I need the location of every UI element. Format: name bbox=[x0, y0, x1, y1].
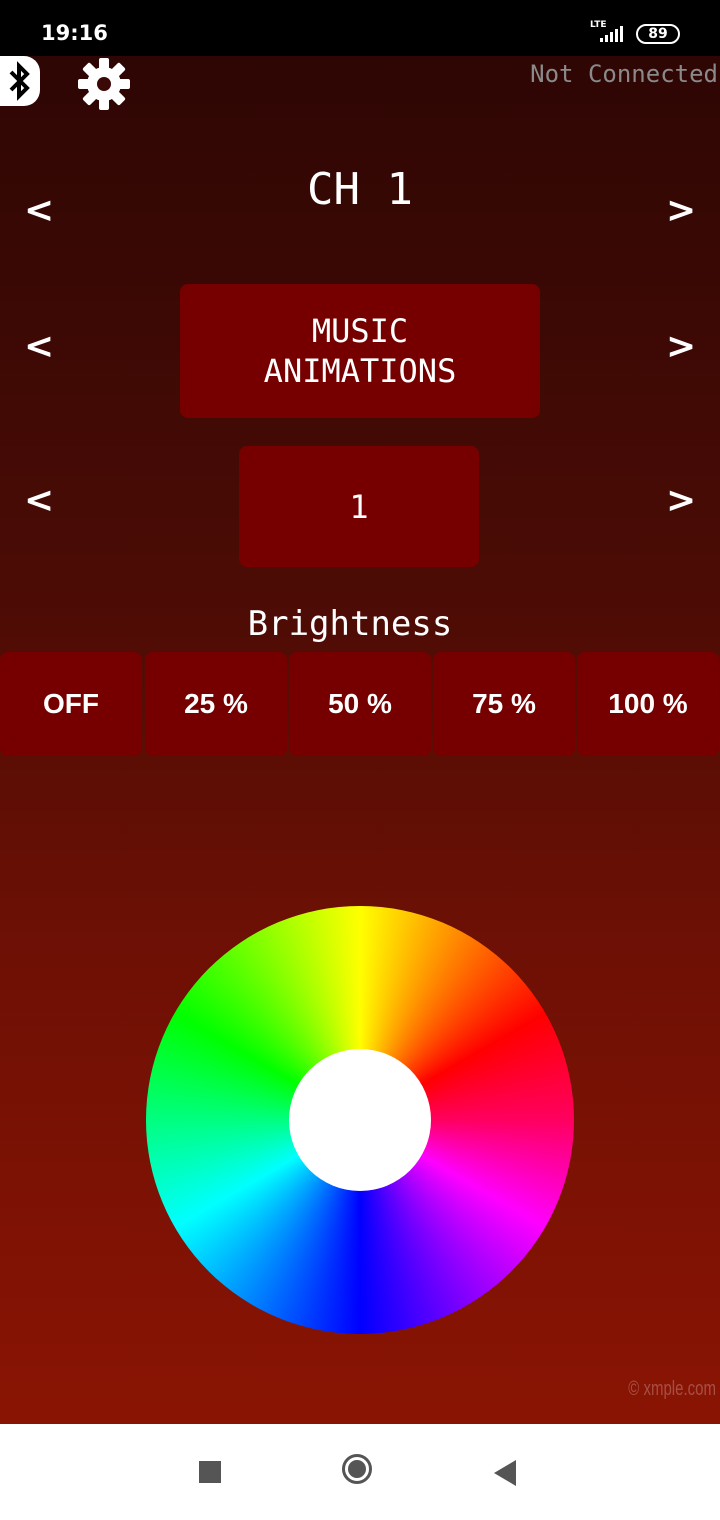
brightness-50-button[interactable]: 50 % bbox=[289, 652, 431, 756]
mode-label-line1: MUSIC bbox=[311, 312, 409, 350]
mode-next-button[interactable]: > bbox=[666, 326, 696, 367]
brightness-25-button[interactable]: 25 % bbox=[145, 652, 287, 756]
watermark: © xmple.com bbox=[628, 1378, 716, 1400]
color-wheel[interactable] bbox=[146, 906, 574, 1334]
gear-icon[interactable] bbox=[76, 56, 132, 112]
animation-next-button[interactable]: > bbox=[666, 480, 696, 521]
brightness-options: OFF 25 % 50 % 75 % 100 % bbox=[0, 652, 720, 756]
brightness-off-button[interactable]: OFF bbox=[0, 652, 142, 756]
color-wheel-center bbox=[289, 1049, 431, 1191]
app-screen: Not Connected CH 1 < > < MUSIC ANIMATION… bbox=[0, 56, 720, 1424]
mode-prev-button[interactable]: < bbox=[24, 326, 54, 367]
channel-prev-button[interactable]: < bbox=[24, 190, 54, 231]
brightness-75-button[interactable]: 75 % bbox=[433, 652, 575, 756]
channel-next-button[interactable]: > bbox=[666, 190, 696, 231]
brightness-100-button[interactable]: 100 % bbox=[577, 652, 719, 756]
navigation-bar bbox=[0, 1424, 720, 1520]
mode-label-line2: ANIMATIONS bbox=[263, 352, 457, 390]
status-bar: 19:16 LTE 89 bbox=[0, 0, 720, 56]
mode-display[interactable]: MUSIC ANIMATIONS bbox=[180, 284, 540, 418]
signal-icon bbox=[600, 26, 623, 42]
bluetooth-icon[interactable] bbox=[0, 56, 40, 106]
animation-prev-button[interactable]: < bbox=[24, 480, 54, 521]
battery-indicator: 89 bbox=[636, 24, 680, 44]
bluetooth-glyph bbox=[9, 61, 30, 101]
mode-label: MUSIC ANIMATIONS bbox=[264, 311, 457, 391]
animation-number-display[interactable]: 1 bbox=[239, 446, 479, 567]
connection-status: Not Connected bbox=[530, 60, 718, 88]
status-time: 19:16 bbox=[41, 21, 108, 45]
home-icon[interactable] bbox=[342, 1454, 372, 1484]
brightness-label: Brightness bbox=[247, 604, 453, 644]
channel-title: CH 1 bbox=[307, 164, 413, 215]
recents-icon[interactable] bbox=[199, 1461, 221, 1483]
back-icon[interactable] bbox=[494, 1460, 516, 1486]
